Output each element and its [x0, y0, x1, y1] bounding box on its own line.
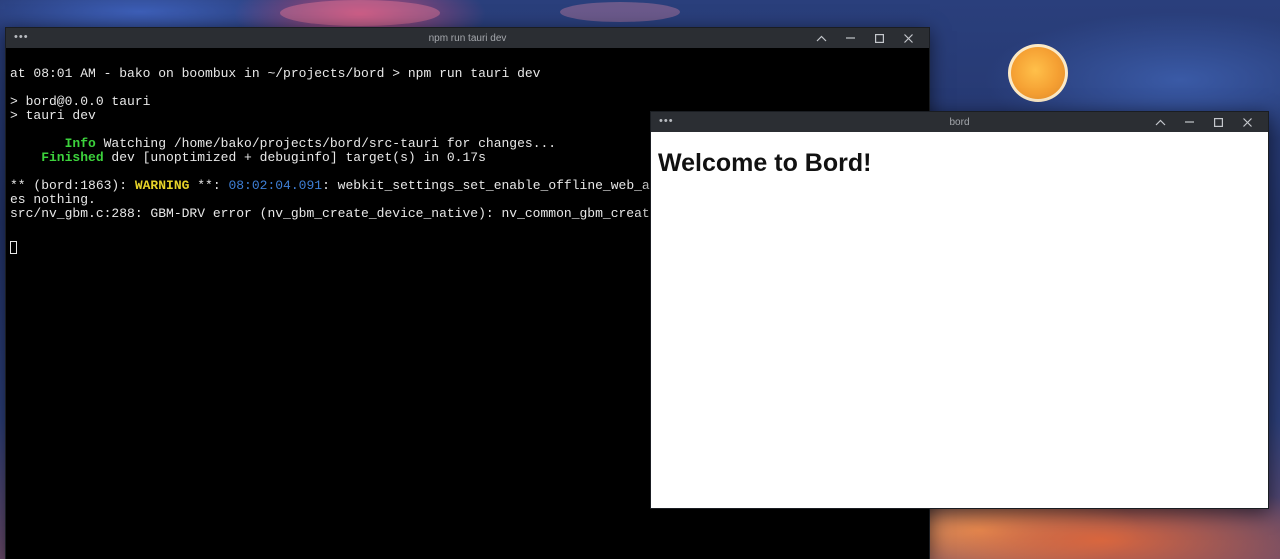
maximize-icon[interactable] — [1204, 112, 1233, 132]
minimize-icon[interactable] — [836, 28, 865, 48]
bord-webview[interactable]: Welcome to Bord! — [651, 133, 1268, 508]
warning-prefix: ** (bord:1863): — [10, 178, 135, 193]
terminal-line-prompt: at 08:01 AM - bako on boombux in ~/proje… — [10, 66, 541, 81]
close-icon[interactable] — [1233, 112, 1262, 132]
finished-tag: Finished — [10, 150, 104, 165]
chevron-up-icon[interactable] — [1146, 112, 1175, 132]
warning-tag: WARNING — [134, 178, 190, 193]
window-controls — [1146, 112, 1262, 132]
finished-text: dev [unoptimized + debuginfo] target(s) … — [103, 150, 486, 165]
warning-text: : webkit_settings_set_enable_offline_web… — [322, 178, 658, 193]
window-controls — [807, 28, 923, 48]
terminal-line-package: > bord@0.0.0 tauri — [10, 94, 151, 109]
terminal-cursor — [10, 241, 17, 254]
bord-app-window[interactable]: ••• bord Welcome to Bord! — [650, 111, 1269, 509]
close-icon[interactable] — [894, 28, 923, 48]
bord-titlebar[interactable]: ••• bord — [651, 112, 1268, 132]
terminal-title: npm run tauri dev — [428, 33, 507, 44]
terminal-titlebar[interactable]: ••• npm run tauri dev — [6, 28, 929, 48]
minimize-icon[interactable] — [1175, 112, 1204, 132]
wallpaper-sun — [1008, 44, 1068, 102]
maximize-icon[interactable] — [865, 28, 894, 48]
wallpaper-cloud — [560, 2, 680, 22]
info-text: Watching /home/bako/projects/bord/src-ta… — [95, 136, 557, 151]
warning-separator: **: — [189, 178, 229, 193]
more-dots-icon[interactable]: ••• — [14, 32, 29, 43]
more-dots-icon[interactable]: ••• — [659, 116, 674, 127]
welcome-heading: Welcome to Bord! — [658, 149, 872, 177]
warning-timestamp: 08:02:04.091 — [228, 178, 323, 193]
wallpaper-cloud — [280, 0, 440, 26]
info-tag: Info — [10, 136, 96, 151]
chevron-up-icon[interactable] — [807, 28, 836, 48]
